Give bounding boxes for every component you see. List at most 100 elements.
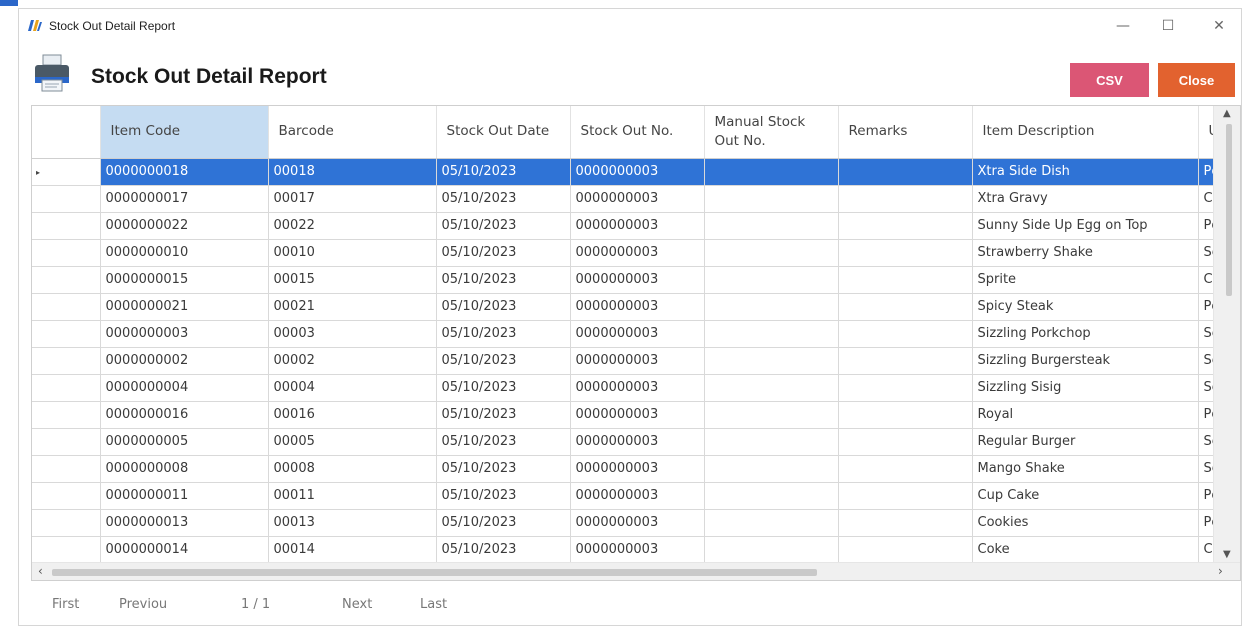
cell-description[interactable]: Regular Burger — [972, 428, 1199, 456]
cell-item-code[interactable]: 0000000018 — [100, 158, 269, 186]
row-header[interactable]: ▸ — [32, 158, 101, 186]
cell-barcode[interactable]: 00004 — [268, 374, 437, 402]
cell-description[interactable]: Sizzling Burgersteak — [972, 347, 1199, 375]
cell-date[interactable]: 05/10/2023 — [436, 266, 571, 294]
cell-remarks[interactable] — [838, 509, 973, 537]
cell-stock-out-no[interactable]: 0000000003 — [570, 212, 705, 240]
cell-unit[interactable]: Se — [1198, 455, 1213, 483]
cell-unit[interactable]: Se — [1198, 347, 1213, 375]
cell-description[interactable]: Cookies — [972, 509, 1199, 537]
column-header-stock-out-no[interactable]: Stock Out No. — [570, 106, 705, 159]
cell-barcode[interactable]: 00008 — [268, 455, 437, 483]
cell-barcode[interactable]: 00002 — [268, 347, 437, 375]
cell-date[interactable]: 05/10/2023 — [436, 158, 571, 186]
cell-remarks[interactable] — [838, 347, 973, 375]
cell-stock-out-no[interactable]: 0000000003 — [570, 509, 705, 537]
row-header[interactable] — [32, 401, 101, 429]
cell-remarks[interactable] — [838, 212, 973, 240]
row-header[interactable] — [32, 266, 101, 294]
row-header[interactable] — [32, 428, 101, 456]
row-header[interactable] — [32, 536, 101, 562]
cell-stock-out-no[interactable]: 0000000003 — [570, 347, 705, 375]
cell-manual-no[interactable] — [704, 293, 839, 321]
column-header-manual-stock-out-no[interactable]: Manual Stock Out No. — [704, 106, 839, 159]
cell-description[interactable]: Sunny Side Up Egg on Top — [972, 212, 1199, 240]
cell-item-code[interactable]: 0000000004 — [100, 374, 269, 402]
table-row[interactable]: 0000000003 00003 05/10/2023 0000000003 Sizzl… — [32, 320, 1213, 348]
table-row[interactable]: 0000000005 00005 05/10/2023 0000000003 Regul… — [32, 428, 1213, 456]
column-header-stock-out-date[interactable]: Stock Out Date — [436, 106, 571, 159]
cell-description[interactable]: Cup Cake — [972, 482, 1199, 510]
scroll-up-arrow-icon[interactable]: ▲ — [1223, 108, 1231, 119]
cell-remarks[interactable] — [838, 320, 973, 348]
cell-item-code[interactable]: 0000000014 — [100, 536, 269, 562]
cell-remarks[interactable] — [838, 158, 973, 186]
cell-manual-no[interactable] — [704, 347, 839, 375]
cell-stock-out-no[interactable]: 0000000003 — [570, 185, 705, 213]
cell-remarks[interactable] — [838, 401, 973, 429]
column-header-unit[interactable]: U — [1198, 106, 1213, 159]
cell-date[interactable]: 05/10/2023 — [436, 536, 571, 562]
cell-description[interactable]: Spicy Steak — [972, 293, 1199, 321]
cell-stock-out-no[interactable]: 0000000003 — [570, 536, 705, 562]
cell-description[interactable]: Sizzling Sisig — [972, 374, 1199, 402]
cell-stock-out-no[interactable]: 0000000003 — [570, 239, 705, 267]
cell-manual-no[interactable] — [704, 428, 839, 456]
table-row[interactable]: 0000000014 00014 05/10/2023 0000000003 Coke C… — [32, 536, 1213, 562]
column-header-barcode[interactable]: Barcode — [268, 106, 437, 159]
cell-manual-no[interactable] — [704, 266, 839, 294]
row-header[interactable] — [32, 239, 101, 267]
pager-previous-button[interactable]: Previou — [119, 597, 167, 612]
window-close-button[interactable]: ✕ — [1201, 14, 1237, 38]
scroll-left-arrow-icon[interactable]: ‹ — [38, 564, 43, 578]
cell-barcode[interactable]: 00003 — [268, 320, 437, 348]
csv-button[interactable]: CSV — [1070, 63, 1149, 97]
cell-stock-out-no[interactable]: 0000000003 — [570, 158, 705, 186]
cell-unit[interactable]: Pc — [1198, 293, 1213, 321]
cell-remarks[interactable] — [838, 482, 973, 510]
row-header[interactable] — [32, 374, 101, 402]
cell-description[interactable]: Sprite — [972, 266, 1199, 294]
vertical-scroll-thumb[interactable] — [1226, 124, 1232, 296]
cell-stock-out-no[interactable]: 0000000003 — [570, 320, 705, 348]
cell-unit[interactable]: Se — [1198, 374, 1213, 402]
cell-description[interactable]: Xtra Gravy — [972, 185, 1199, 213]
cell-manual-no[interactable] — [704, 455, 839, 483]
cell-barcode[interactable]: 00015 — [268, 266, 437, 294]
table-row[interactable]: 0000000004 00004 05/10/2023 0000000003 Sizzl… — [32, 374, 1213, 402]
cell-barcode[interactable]: 00022 — [268, 212, 437, 240]
table-row[interactable]: 0000000011 00011 05/10/2023 0000000003 Cup C… — [32, 482, 1213, 510]
cell-manual-no[interactable] — [704, 185, 839, 213]
cell-barcode[interactable]: 00010 — [268, 239, 437, 267]
cell-date[interactable]: 05/10/2023 — [436, 212, 571, 240]
cell-item-code[interactable]: 0000000011 — [100, 482, 269, 510]
cell-stock-out-no[interactable]: 0000000003 — [570, 374, 705, 402]
cell-description[interactable]: Strawberry Shake — [972, 239, 1199, 267]
cell-unit[interactable]: Se — [1198, 239, 1213, 267]
cell-manual-no[interactable] — [704, 158, 839, 186]
cell-manual-no[interactable] — [704, 482, 839, 510]
vertical-scrollbar[interactable]: ▲ ▼ — [1213, 106, 1240, 562]
cell-date[interactable]: 05/10/2023 — [436, 428, 571, 456]
cell-item-code[interactable]: 0000000016 — [100, 401, 269, 429]
cell-unit[interactable]: Cu — [1198, 185, 1213, 213]
cell-unit[interactable]: Ca — [1198, 266, 1213, 294]
table-row[interactable]: 0000000021 00021 05/10/2023 0000000003 Spicy… — [32, 293, 1213, 321]
cell-manual-no[interactable] — [704, 401, 839, 429]
cell-stock-out-no[interactable]: 0000000003 — [570, 482, 705, 510]
column-header-item-description[interactable]: Item Description — [972, 106, 1199, 159]
table-row[interactable]: 0000000013 00013 05/10/2023 0000000003 Cooki… — [32, 509, 1213, 537]
cell-description[interactable]: Coke — [972, 536, 1199, 562]
cell-barcode[interactable]: 00017 — [268, 185, 437, 213]
cell-item-code[interactable]: 0000000008 — [100, 455, 269, 483]
cell-description[interactable]: Mango Shake — [972, 455, 1199, 483]
scroll-right-arrow-icon[interactable]: › — [1218, 564, 1223, 578]
cell-unit[interactable]: Pc — [1198, 158, 1213, 186]
cell-remarks[interactable] — [838, 185, 973, 213]
pager-last-button[interactable]: Last — [420, 597, 447, 612]
cell-manual-no[interactable] — [704, 536, 839, 562]
cell-stock-out-no[interactable]: 0000000003 — [570, 401, 705, 429]
scroll-down-arrow-icon[interactable]: ▼ — [1223, 549, 1231, 560]
pager-first-button[interactable]: First — [52, 597, 79, 612]
cell-barcode[interactable]: 00005 — [268, 428, 437, 456]
